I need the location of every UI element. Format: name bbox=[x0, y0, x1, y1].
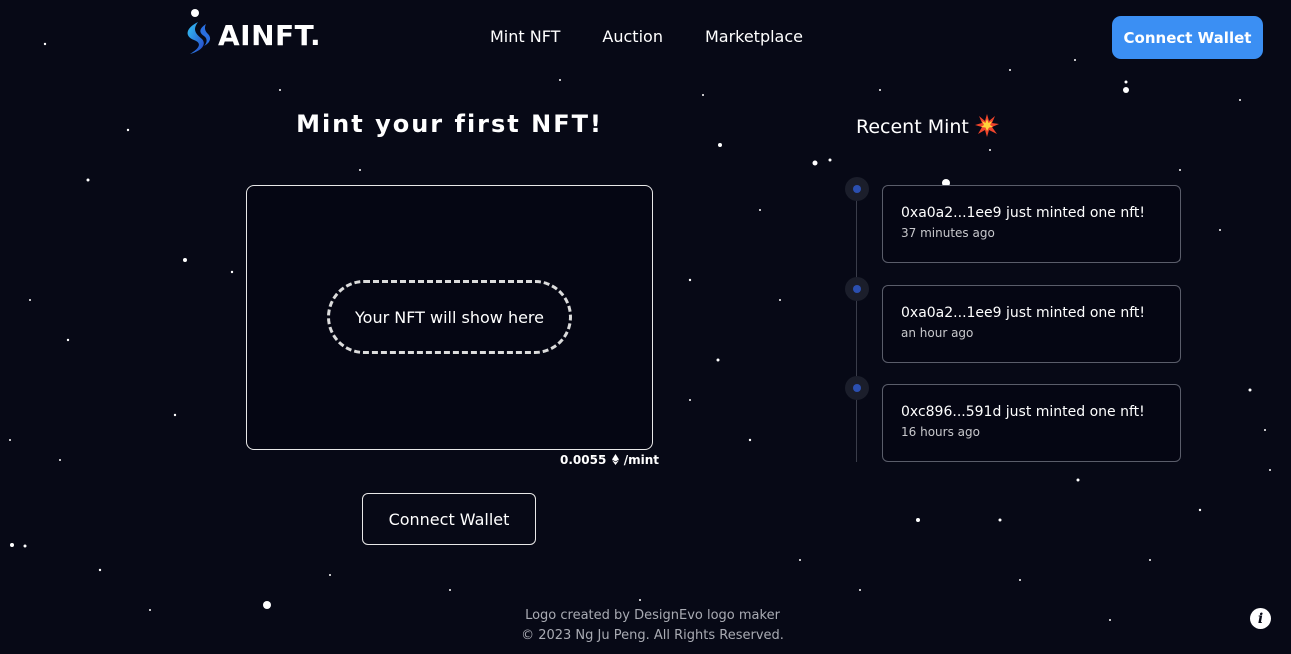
mint-price: 0.0055 /mint bbox=[560, 453, 659, 467]
timeline-dot bbox=[845, 376, 869, 400]
recent-mint-card: 0xc896...591d just minted one nft! 16 ho… bbox=[882, 384, 1181, 462]
recent-mint-heading: Recent Mint bbox=[856, 113, 999, 140]
main-nav: Mint NFT Auction Marketplace bbox=[490, 27, 803, 46]
recent-mint-card: 0xa0a2...1ee9 just minted one nft! an ho… bbox=[882, 285, 1181, 363]
nft-placeholder: Your NFT will show here bbox=[327, 280, 572, 354]
nav-auction[interactable]: Auction bbox=[602, 27, 663, 46]
logo-text: AINFT. bbox=[218, 18, 322, 52]
info-icon[interactable]: i bbox=[1250, 608, 1271, 629]
ethereum-icon bbox=[611, 454, 619, 465]
recent-mint-title: Recent Mint bbox=[856, 115, 969, 138]
footer: Logo created by DesignEvo logo maker © 2… bbox=[440, 606, 865, 646]
timeline-dot bbox=[845, 277, 869, 301]
logo-mark-icon bbox=[187, 22, 211, 54]
mint-event-text: 0xc896...591d just minted one nft! bbox=[901, 404, 1145, 420]
mint-event-text: 0xa0a2...1ee9 just minted one nft! bbox=[901, 205, 1146, 221]
header-connect-wallet-button[interactable]: Connect Wallet bbox=[1112, 16, 1263, 59]
site-logo[interactable]: AINFT. bbox=[180, 12, 321, 58]
mint-event-text: 0xa0a2...1ee9 just minted one nft! bbox=[901, 305, 1146, 321]
timeline-line bbox=[856, 190, 857, 462]
price-value: 0.0055 bbox=[560, 453, 607, 467]
collision-icon bbox=[974, 113, 999, 140]
footer-copyright: © 2023 Ng Ju Peng. All Rights Reserved. bbox=[521, 628, 784, 643]
recent-mint-card: 0xa0a2...1ee9 just minted one nft! 37 mi… bbox=[882, 185, 1181, 263]
timeline-dot bbox=[845, 177, 869, 201]
mint-event-time: an hour ago bbox=[901, 326, 974, 340]
mint-title: Mint your first NFT! bbox=[296, 110, 603, 138]
mint-connect-wallet-button[interactable]: Connect Wallet bbox=[362, 493, 536, 545]
mint-event-time: 16 hours ago bbox=[901, 425, 980, 439]
footer-logo-credit: Logo created by DesignEvo logo maker bbox=[525, 608, 780, 623]
nav-mint-nft[interactable]: Mint NFT bbox=[490, 27, 560, 46]
nav-marketplace[interactable]: Marketplace bbox=[705, 27, 803, 46]
nft-placeholder-text: Your NFT will show here bbox=[355, 307, 544, 327]
mint-event-time: 37 minutes ago bbox=[901, 226, 995, 240]
price-unit: /mint bbox=[623, 453, 659, 467]
